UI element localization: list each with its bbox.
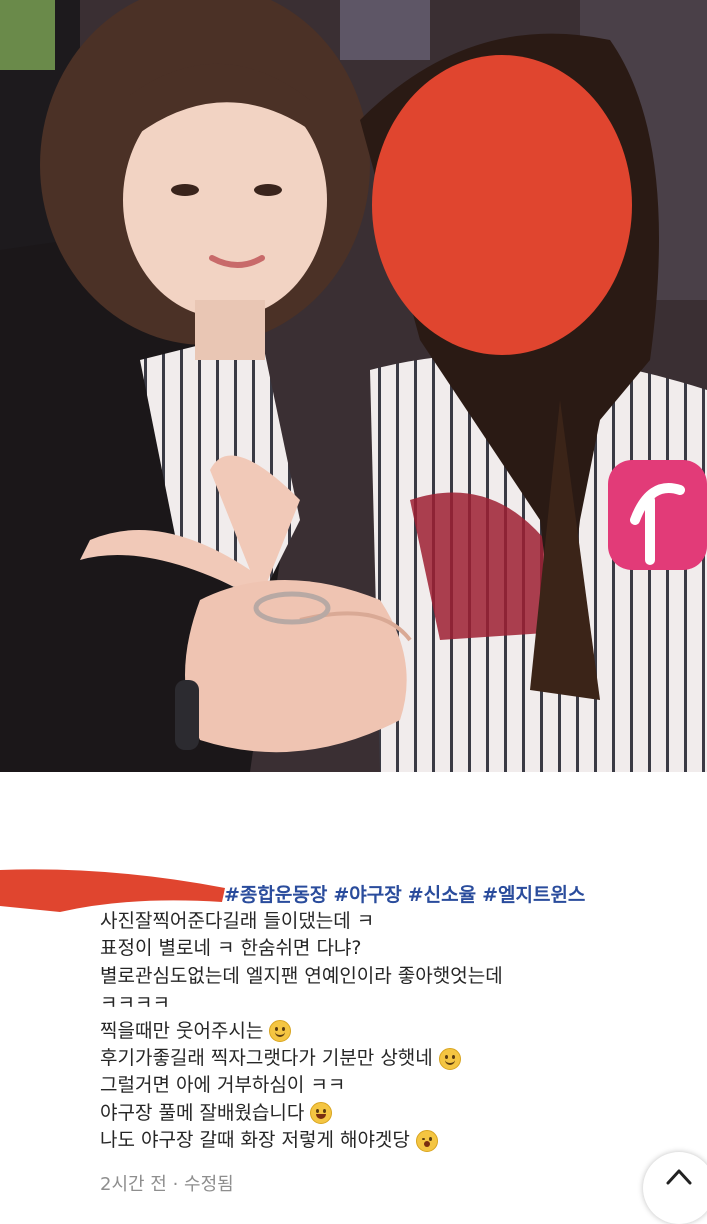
caption-line: 야구장 풀메 잘배웠습니다 <box>100 1100 690 1127</box>
hashtag-link[interactable]: #종합운동장 <box>224 884 327 906</box>
spacer <box>0 772 707 836</box>
hashtag-link[interactable]: #야구장 <box>333 884 401 906</box>
hashtag-list: #종합운동장 #야구장 #신소율 #엘지트윈스 <box>224 880 591 907</box>
laughing-emoji <box>310 1102 333 1125</box>
smiling-emoji <box>438 1047 461 1070</box>
caption-line: 나도 야구장 갈때 화장 저렇게 해야겟당 <box>100 1127 690 1154</box>
chevron-up-icon <box>666 1169 692 1185</box>
selfie-image <box>0 0 707 772</box>
caption-line: ㅋㅋㅋㅋ <box>100 992 170 1015</box>
slightly-smiling-emoji <box>269 1020 292 1043</box>
hashtag-link[interactable]: #엘지트윈스 <box>482 884 585 906</box>
redacted-username <box>0 869 225 912</box>
post-meta: 2시간 전 · 수정됨 <box>100 1174 234 1195</box>
hashtag-link[interactable]: #신소율 <box>408 884 476 906</box>
post-caption: 사진잘찍어준다길래 들이댔는데 ㅋ 표정이 별로네 ㅋ 한숨쉬면 다냐? 별로관… <box>100 908 690 1155</box>
post-photo <box>0 0 707 772</box>
caption-line: 그럴거면 아에 거부하심이 ㅋㅋ <box>100 1074 346 1097</box>
winking-emoji <box>415 1129 438 1152</box>
caption-line: 후기가좋길래 찍자그랫다가 기분만 상햇네 <box>100 1045 690 1072</box>
caption-line: 표정이 별로네 ㅋ 한숨쉬면 다냐? <box>100 937 362 960</box>
caption-line: 찍을때만 웃어주시는 <box>100 1018 690 1045</box>
scroll-to-top-button[interactable] <box>643 1152 707 1224</box>
post-caption-area: #종합운동장 #야구장 #신소율 #엘지트윈스 사진잘찍어준다길래 들이댔는데 ㅋ 표… <box>0 836 707 1200</box>
caption-line: 별로관심도없는데 엘지팬 연예인이라 좋아햇엇는데 <box>100 964 503 987</box>
caption-line: 사진잘찍어준다길래 들이댔는데 ㅋ <box>100 910 375 932</box>
